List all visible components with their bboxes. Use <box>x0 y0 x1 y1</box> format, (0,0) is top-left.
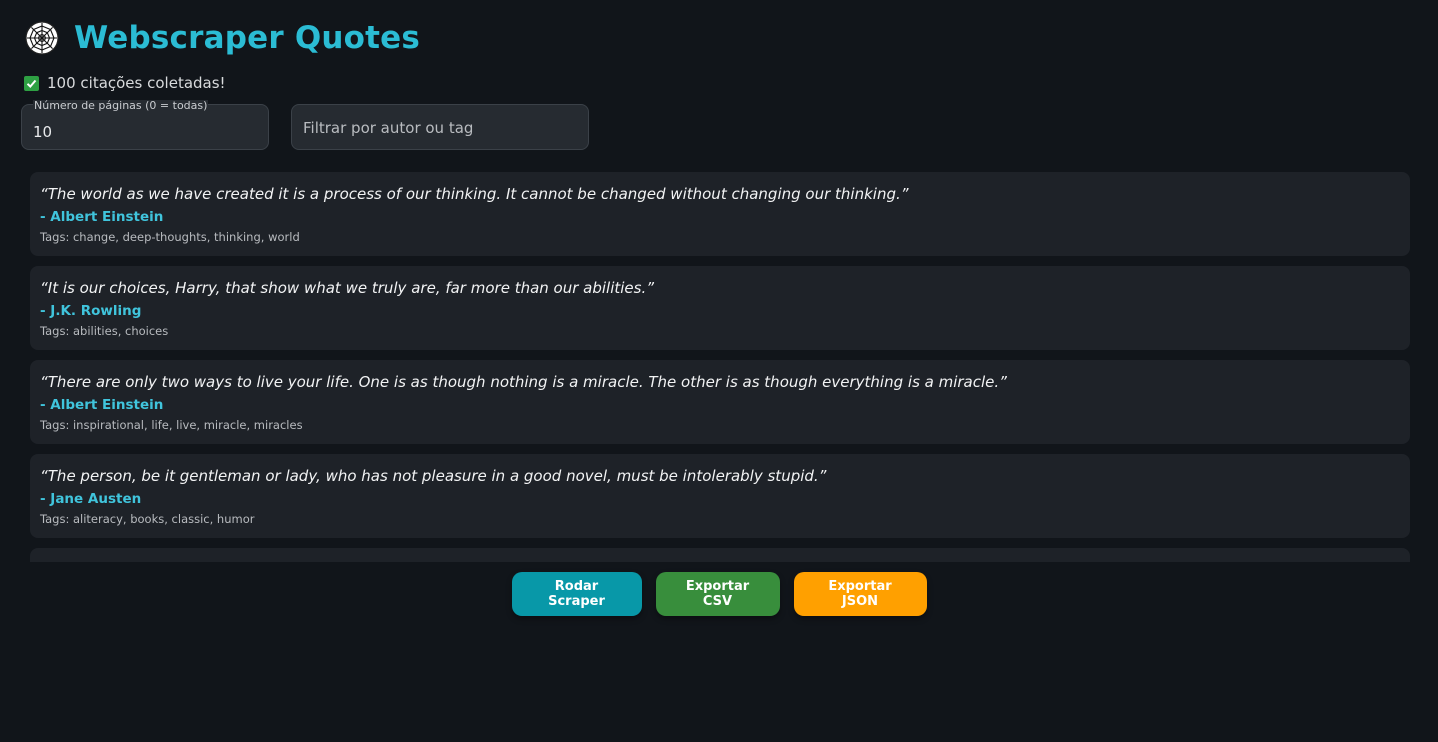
quote-card: “There are only two ways to live your li… <box>30 360 1410 444</box>
quote-card: “The world as we have created it is a pr… <box>30 172 1410 256</box>
quote-author: - Albert Einstein <box>40 209 164 225</box>
app-header: Webscraper Quotes <box>24 20 420 56</box>
pages-field: Número de páginas (0 = todas) <box>21 100 269 150</box>
quote-card: “It is our choices, Harry, that show wha… <box>30 266 1410 350</box>
quote-text: “The world as we have created it is a pr… <box>40 185 909 203</box>
filter-input[interactable] <box>292 105 588 149</box>
filter-field <box>291 104 589 150</box>
quote-author: - Jane Austen <box>40 491 142 507</box>
spider-web-icon <box>24 20 60 56</box>
quote-text: “The person, be it gentleman or lady, wh… <box>40 467 827 485</box>
export-json-button[interactable]: Exportar JSON <box>793 572 927 616</box>
status-message: 100 citações coletadas! <box>24 74 226 92</box>
quote-author: - Albert Einstein <box>40 397 164 413</box>
quotes-list[interactable]: “The world as we have created it is a pr… <box>30 172 1410 562</box>
quote-card <box>30 548 1410 562</box>
quote-tags: Tags: change, deep-thoughts, thinking, w… <box>40 230 300 244</box>
quote-text: “It is our choices, Harry, that show wha… <box>40 279 655 297</box>
quote-tags: Tags: abilities, choices <box>40 324 169 338</box>
export-csv-button[interactable]: Exportar CSV <box>655 572 780 616</box>
quote-text: “There are only two ways to live your li… <box>40 373 1007 391</box>
quote-author: - J.K. Rowling <box>40 303 142 319</box>
action-bar: Rodar Scraper Exportar CSV Exportar JSON <box>0 572 1438 616</box>
quote-tags: Tags: inspirational, life, live, miracle… <box>40 418 303 432</box>
quote-tags: Tags: aliteracy, books, classic, humor <box>40 512 255 526</box>
page-title: Webscraper Quotes <box>74 20 421 56</box>
check-icon <box>24 75 39 91</box>
pages-label: Número de páginas (0 = todas) <box>33 99 209 112</box>
status-text: 100 citações coletadas! <box>47 74 226 92</box>
quote-card: “The person, be it gentleman or lady, wh… <box>30 454 1410 538</box>
run-scraper-button[interactable]: Rodar Scraper <box>511 572 642 616</box>
